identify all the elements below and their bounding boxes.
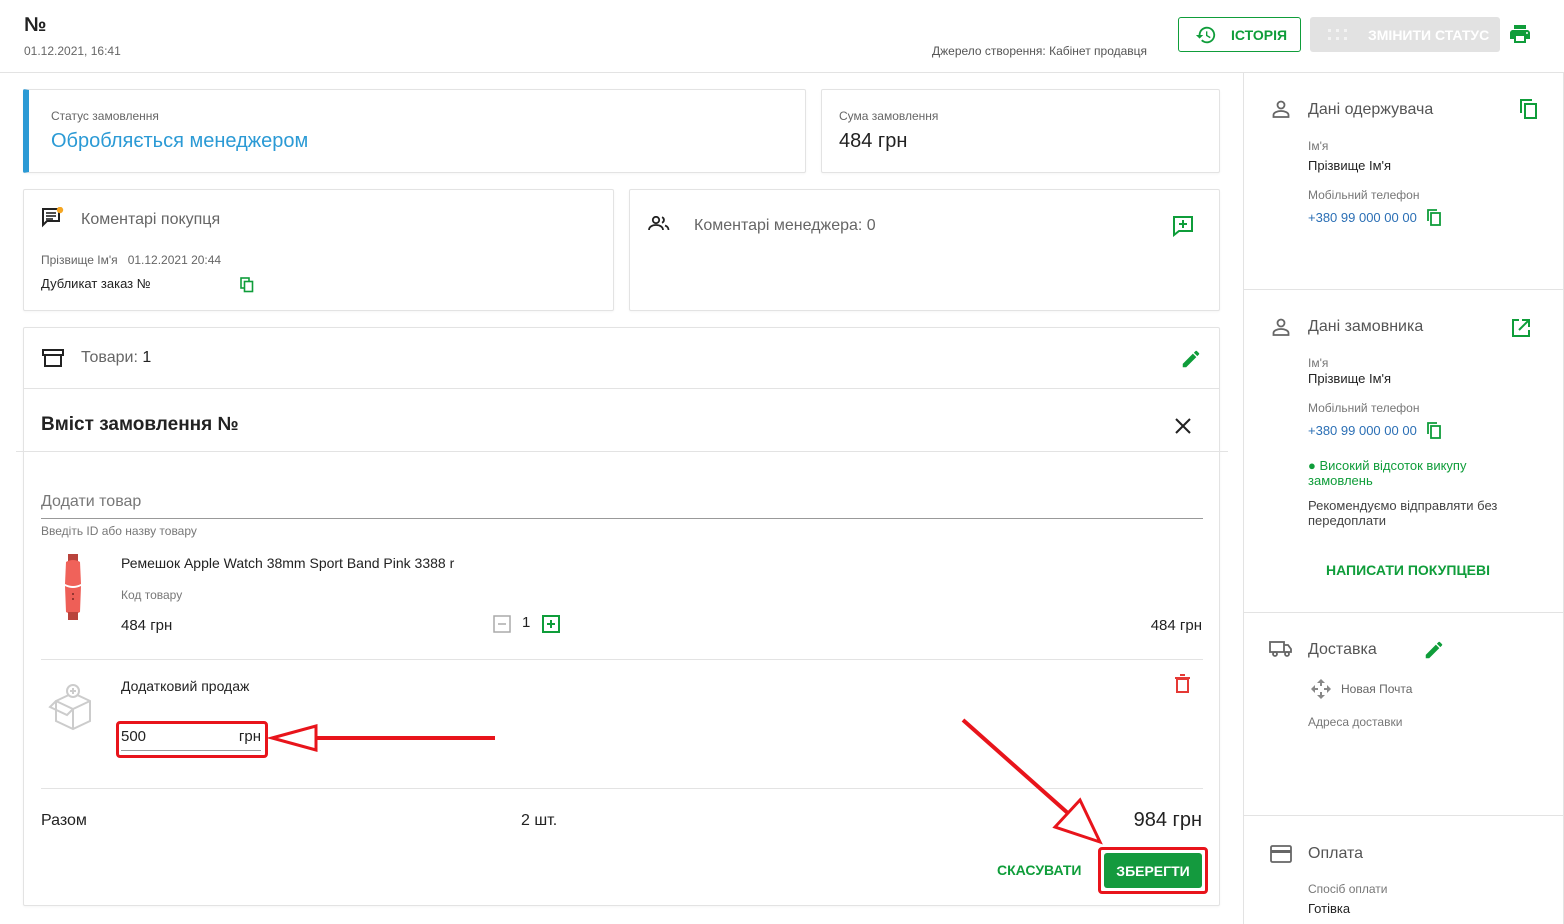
cancel-button[interactable]: СКАСУВАТИ — [997, 862, 1082, 878]
managers-icon — [648, 216, 670, 231]
copy-icon[interactable] — [1426, 208, 1442, 226]
customer-section: Дані замовника Ім'я Прізвище Ім'я Мобіль… — [1244, 290, 1563, 613]
right-sidebar: Дані одержувача Ім'я Прізвище Ім'я Мобіл… — [1243, 73, 1564, 924]
extra-sale-label: Додатковий продаж — [121, 678, 250, 694]
summary-label: Разом — [41, 812, 87, 829]
card-icon — [1270, 845, 1292, 863]
customer-phone-label: Мобільний телефон — [1308, 401, 1420, 415]
add-product-hint: Введіть ID або назву товару — [41, 524, 197, 538]
recipient-phone-label: Мобільний телефон — [1308, 188, 1420, 202]
truck-icon — [1269, 641, 1292, 657]
payment-section: Оплата Спосіб оплати Готівка — [1244, 816, 1563, 924]
write-to-buyer-button[interactable]: НАПИСАТИ ПОКУПЦЕВІ — [1326, 562, 1490, 578]
manager-comments-card: Коментарі менеджера: 0 — [629, 189, 1220, 311]
payment-title: Оплата — [1308, 845, 1364, 862]
product-image — [65, 554, 81, 620]
product-quantity[interactable]: 1 — [522, 614, 530, 631]
add-comment-icon[interactable] — [1172, 215, 1194, 237]
recipient-section: Дані одержувача Ім'я Прізвище Ім'я Мобіл… — [1244, 73, 1563, 290]
add-product-placeholder: Додати товар — [41, 493, 142, 510]
order-status-card: Статус замовлення Обробляється менеджеро… — [23, 89, 806, 173]
status-label: Статус замовлення — [51, 109, 159, 123]
product-total: 484 грн — [1150, 617, 1202, 634]
sum-value: 484 грн — [839, 130, 908, 152]
customer-name: Прізвище Ім'я — [1308, 371, 1392, 386]
history-icon — [1195, 26, 1216, 43]
edit-icon[interactable] — [1423, 639, 1445, 661]
comment-icon — [42, 207, 64, 228]
comment-author: Прізвище Ім'я — [41, 253, 118, 267]
goods-title: Товари: 1 — [81, 349, 151, 367]
change-status-label: ЗМІНИТИ СТАТУС — [1368, 26, 1490, 43]
person-icon — [1272, 100, 1290, 118]
customer-phone[interactable]: +380 99 000 00 00 — [1308, 423, 1417, 438]
manager-comments-title: Коментарі менеджера: 0 — [694, 217, 876, 234]
plus-icon[interactable] — [542, 615, 560, 633]
buyer-comments-card: Коментарі покупця Прізвище Ім'я 01.12.20… — [23, 189, 614, 311]
annotation-frame-extra-sale — [116, 721, 268, 758]
box-icon — [42, 349, 64, 367]
comment-date: 01.12.2021 20:44 — [127, 253, 222, 267]
copy-icon[interactable] — [240, 277, 254, 293]
delete-icon[interactable] — [1174, 674, 1191, 693]
history-label: ІСТОРІЯ — [1231, 26, 1288, 43]
goods-count: 1 — [142, 349, 152, 366]
close-icon[interactable] — [1174, 417, 1192, 435]
open-external-icon[interactable] — [1511, 318, 1531, 338]
product-name[interactable]: Ремешок Apple Watch 38mm Sport Band Pink… — [121, 555, 454, 571]
buyer-comments-title: Коментарі покупця — [81, 211, 221, 228]
history-button[interactable]: ІСТОРІЯ — [1178, 17, 1301, 52]
summary-total: 984 грн — [1133, 809, 1202, 831]
sum-label: Сума замовлення — [839, 109, 939, 123]
edit-icon[interactable] — [1180, 348, 1202, 370]
annotation-frame-save — [1098, 847, 1208, 894]
payment-method: Готівка — [1308, 901, 1351, 916]
order-header: № 01.12.2021, 16:41 Джерело створення: К… — [0, 0, 1564, 73]
order-number: № — [24, 14, 47, 36]
delivery-carrier: Новая Почта — [1341, 682, 1413, 696]
product-code-label: Код товару — [121, 588, 183, 602]
recipient-title: Дані одержувача — [1308, 101, 1434, 118]
summary-qty: 2 шт. — [521, 812, 558, 829]
delivery-title: Доставка — [1308, 641, 1377, 658]
order-sum-card: Сума замовлення 484 грн — [821, 89, 1220, 173]
change-status-button[interactable]: ЗМІНИТИ СТАТУС — [1310, 17, 1500, 52]
order-source: Джерело створення: Кабінет продавця — [932, 44, 1148, 58]
status-icon — [1328, 28, 1347, 40]
recipient-name: Прізвище Ім'я — [1308, 158, 1392, 173]
nova-poshta-icon — [1311, 679, 1331, 699]
recipient-phone[interactable]: +380 99 000 00 00 — [1308, 210, 1417, 225]
goods-card: Товари: 1 Вміст замовлення № Додати това… — [16, 327, 1228, 906]
copy-icon[interactable] — [1518, 98, 1538, 120]
order-date: 01.12.2021, 16:41 — [24, 44, 121, 58]
recipient-name-label: Ім'я — [1308, 139, 1329, 153]
person-icon — [1272, 318, 1290, 336]
status-value: Обробляється менеджером — [51, 130, 309, 152]
delivery-address-label: Адреса доставки — [1308, 715, 1403, 729]
customer-title: Дані замовника — [1308, 318, 1424, 335]
add-product-input[interactable]: Додати товар — [41, 493, 1203, 519]
product-price: 484 грн — [121, 617, 173, 634]
delivery-section: Доставка Новая Почта Адреса доставки — [1244, 613, 1563, 816]
payment-method-label: Спосіб оплати — [1308, 882, 1388, 896]
minus-icon[interactable] — [493, 615, 511, 633]
extra-sale-box-icon — [48, 684, 91, 731]
comment-text: Дубликат заказ № — [41, 276, 151, 291]
print-icon[interactable] — [1508, 22, 1532, 46]
customer-name-label: Ім'я — [1308, 356, 1329, 370]
order-content-title: Вміст замовлення № — [41, 414, 239, 435]
goods-title-prefix: Товари: — [81, 349, 143, 366]
buyout-badge: ● Високий відсоток викупу замовлень — [1308, 458, 1467, 488]
buyout-badge-text: Високий відсоток викупу замовлень — [1308, 458, 1467, 488]
copy-icon[interactable] — [1426, 421, 1442, 439]
recommendation-text: Рекомендуємо відправляти без передоплати — [1308, 498, 1498, 528]
